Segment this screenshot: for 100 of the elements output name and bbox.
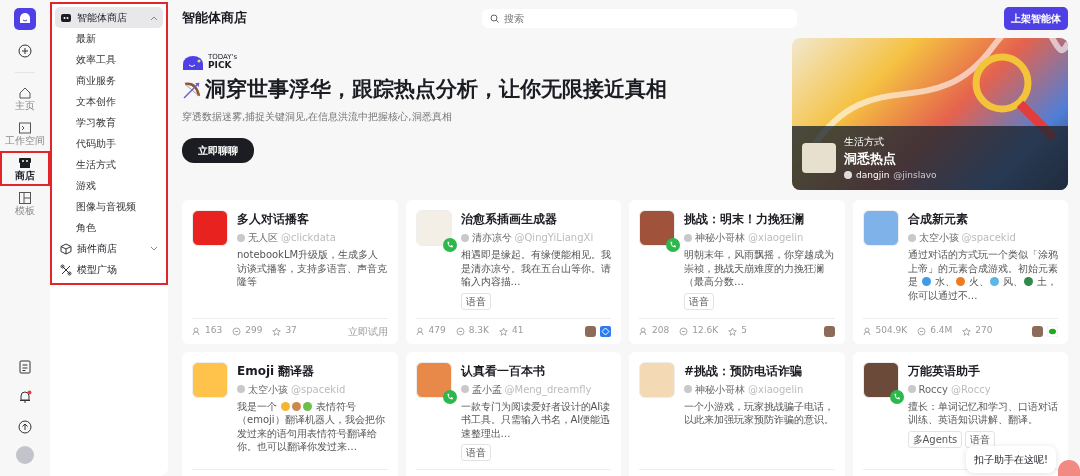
rail-nav-item[interactable]: 主页: [2, 83, 48, 114]
author-avatar: [684, 385, 692, 393]
robot-icon: [60, 11, 72, 24]
star-icon: [962, 326, 972, 336]
stat-count: 8.3K: [468, 324, 489, 338]
author-name: 无人区: [248, 231, 278, 245]
author-handle: @clickdata: [281, 231, 336, 245]
agent-card[interactable]: 治愈系插画生成器 清亦凉兮 @QingYiLiangXi 相遇即是缘起。有缘便能相见。我是清亦凉兮。我在五台山等你。请输入内容描… 语音 479 8.3K 41: [405, 200, 621, 344]
author-handle: @Roccy: [951, 382, 991, 397]
page-title: 智能体商店: [182, 9, 248, 28]
author-avatar: [907, 233, 916, 242]
chat-icon: [917, 326, 927, 336]
store-icon: [18, 156, 32, 170]
agent-title: 多人对话播客: [237, 211, 310, 228]
banner-category: 生活方式: [844, 135, 885, 149]
model-icon: [60, 263, 72, 276]
chat-icon: [455, 326, 465, 336]
layout-icon: [18, 191, 32, 205]
sidebar-subitem[interactable]: 生活方式: [55, 154, 163, 175]
agent-card[interactable]: 挑战：明末！力挽狂澜 神秘小哥林 @xiaogelin 明朝末年，风雨飘摇，你穿越成为崇祯，挑战天崩难度的力挽狂澜（最高分数… 语音 208 12.6K 5: [629, 200, 845, 344]
rail-nav-item[interactable]: 商店: [2, 153, 48, 184]
agent-description: 明朝末年，风雨飘摇，你穿越成为崇祯，挑战天崩难度的力挽狂澜（最高分数…: [684, 248, 835, 289]
agent-title: 合成新元素: [907, 211, 969, 228]
stat-count: 37: [285, 324, 297, 338]
author-avatar: [460, 385, 469, 393]
featured-banner[interactable]: 生活方式 洞悉热点 dangjin @jinslavo: [792, 38, 1068, 190]
search-icon: [490, 13, 499, 23]
rail-nav-item[interactable]: 工作空间: [2, 118, 48, 149]
tag: 多Agents: [907, 430, 963, 448]
author-name: Roccy: [918, 382, 949, 397]
hero-subtitle: 穿透数据迷雾,捕捉关键洞见,在信息洪流中把握核心,洞悉真相: [182, 109, 453, 124]
sidebar-subitem[interactable]: 学习教育: [55, 112, 163, 133]
agent-card[interactable]: Emoji 翻译器 太空小孩 @spacekid 我是一个 表情符号（emoji）翻译机器人，我会把你发过来的语句用表情符号翻译给你。也可以翻译你发过来…: [182, 351, 398, 476]
publish-button[interactable]: 上架智能体: [1004, 6, 1068, 30]
document-icon[interactable]: [19, 360, 31, 374]
stat-count: 299: [245, 324, 263, 338]
chat-icon: [232, 326, 242, 336]
agent-description: 一个小游戏，玩家挑战骗子电话，以此来加强玩家预防诈骗的意识。: [684, 399, 835, 427]
agent-description: 相遇即是缘起。有缘便能相见。我是清亦凉兮。我在五台山等你。请输入内容描…: [460, 248, 611, 289]
sidebar-subitem[interactable]: 游戏: [55, 175, 163, 196]
agent-card[interactable]: 认真看一百本书 孟小孟 @Meng_dreamfly 一款专门为阅读爱好者设计的AI读书工具。只需输入书名，AI便能迅速整理出… 语音: [405, 351, 621, 476]
sidebar-subitem[interactable]: 图像与音视频: [55, 196, 163, 217]
rail-nav-item[interactable]: 模板: [2, 188, 48, 219]
sidebar-subitem[interactable]: 效率工具: [55, 49, 163, 70]
agent-description: notebookLM升级版，生成多人访谈式播客，支持多语言、声音克隆等: [237, 248, 388, 289]
sidebar-item[interactable]: 插件商店: [55, 238, 163, 259]
banner-handle: @jinslavo: [893, 168, 937, 182]
sidebar-item[interactable]: 模型广场: [55, 259, 163, 280]
agent-description: 擅长：单词记忆和学习、口语对话训练、英语知识讲解、翻译。: [907, 399, 1058, 427]
author-avatar: [237, 233, 245, 242]
agent-card[interactable]: #挑战：预防电话诈骗 神秘小哥林 @xiaogelin 一个小游戏，玩家挑战骗子电话，以此来加强玩家预防诈骗的意识。: [629, 351, 845, 476]
user-avatar: [1032, 325, 1043, 337]
star-icon: [728, 326, 738, 336]
agent-description: 我是一个 表情符号（emoji）翻译机器人，我会把你发过来的语句用表情符号翻译给你。也可以翻译你发过来…: [237, 399, 386, 454]
sidebar-subitem[interactable]: 文本创作: [55, 91, 163, 112]
thumbnail-placeholder: [802, 143, 836, 173]
author-avatar: [844, 171, 852, 180]
author-handle: @spacekid: [291, 382, 346, 397]
sidebar-subitem[interactable]: 最新: [55, 28, 163, 49]
agent-title: #挑战：预防电话诈骗: [684, 362, 804, 380]
user-avatar: [823, 325, 835, 337]
chat-now-button[interactable]: 立即聊聊: [182, 137, 254, 163]
author-avatar: [237, 385, 245, 393]
app-logo-icon[interactable]: [14, 8, 36, 30]
mascot-logo-icon: [182, 56, 204, 70]
users-icon: [639, 326, 648, 336]
bow-and-arrow-icon: [182, 79, 202, 100]
banner-author: dangjin: [856, 168, 890, 182]
sidebar-subitem[interactable]: 商业服务: [55, 70, 163, 91]
author-avatar: [460, 233, 469, 242]
tag: 语音: [460, 444, 491, 461]
stat-count: 479: [428, 324, 446, 338]
agent-card[interactable]: 合成新元素 太空小孩 @spacekid 通过对话的方式玩一个类似「涂鸦上帝」的元素合成游戏。初始元素是 水、 火、 风、 土，你可以通过不… 504.9K 6.4M 270: [852, 200, 1068, 344]
author-name: 太空小孩: [918, 231, 959, 245]
agent-title: 治愈系插画生成器: [460, 211, 558, 228]
star-icon: [272, 326, 282, 336]
chevron-icon: [150, 245, 158, 252]
stat-count: 208: [652, 324, 670, 338]
banner-title: 洞悉热点: [844, 150, 897, 168]
terminal-icon: [18, 121, 32, 135]
agent-title: Emoji 翻译器: [237, 362, 316, 380]
search-field[interactable]: 搜索: [482, 8, 797, 28]
users-icon: [192, 326, 201, 336]
agent-title: 挑战：明末！力挽狂澜: [684, 211, 805, 228]
agent-description: 通过对话的方式玩一个类似「涂鸦上帝」的元素合成游戏。初始元素是 水、 火、 风、 土，你可以通过不…: [907, 248, 1058, 302]
hero-title: 洞穿世事浮华，跟踪热点分析，让你无限接近真相: [205, 76, 667, 103]
stat-count: 12.6K: [692, 324, 719, 338]
notification-bell-icon[interactable]: [18, 390, 32, 404]
agent-card[interactable]: 多人对话播客 无人区 @clickdata notebookLM升级版，生成多人访谈式播客，支持多语言、声音克隆等 163 299 37 立即试用: [182, 200, 398, 344]
sidebar-subitem[interactable]: 角色: [55, 217, 163, 238]
sidebar-subitem[interactable]: 代码助手: [55, 133, 163, 154]
author-avatar: [907, 385, 916, 393]
upload-icon[interactable]: [18, 420, 32, 434]
agent-title: 认真看一百本书: [460, 362, 546, 380]
assistant-tooltip: 扣子助手在这呢!: [966, 446, 1056, 473]
sidebar-item[interactable]: 智能体商店: [55, 7, 163, 28]
tag: 语音: [460, 292, 491, 310]
add-icon[interactable]: [18, 44, 32, 58]
author-handle: @QingYiLiangXi: [514, 231, 594, 245]
author-name: 神秘小哥林: [695, 382, 745, 397]
